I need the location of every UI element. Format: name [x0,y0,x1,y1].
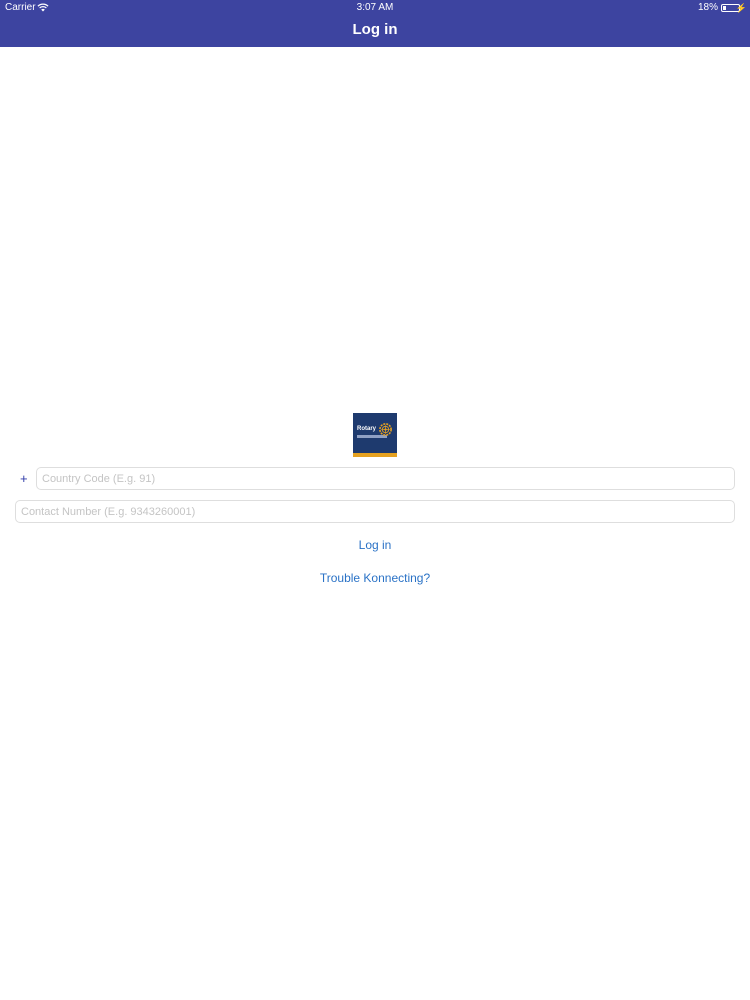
page-title: Log in [352,21,398,38]
status-time: 3:07 AM [356,2,394,13]
logo-wordmark: Rotary [357,426,377,432]
trouble-connecting-link[interactable]: Trouble Konnecting? [0,571,750,585]
navigation-bar: Carrier 3:07 AM 18% ⚡ Log in [0,0,750,47]
rotary-logo: Rotary [353,413,397,457]
battery-percentage: 18% [697,2,718,13]
login-button[interactable]: Log in [0,538,750,552]
rotary-wheel-icon [379,423,392,436]
logo-stripe [353,453,397,457]
status-bar: Carrier 3:07 AM 18% ⚡ [0,0,750,16]
country-code-prefix: + [20,471,28,486]
country-code-input[interactable] [36,467,735,490]
login-screen: Carrier 3:07 AM 18% ⚡ Log in Rotary + Lo… [0,0,750,1000]
contact-number-input[interactable] [15,500,735,523]
charging-icon: ⚡ [735,3,747,13]
